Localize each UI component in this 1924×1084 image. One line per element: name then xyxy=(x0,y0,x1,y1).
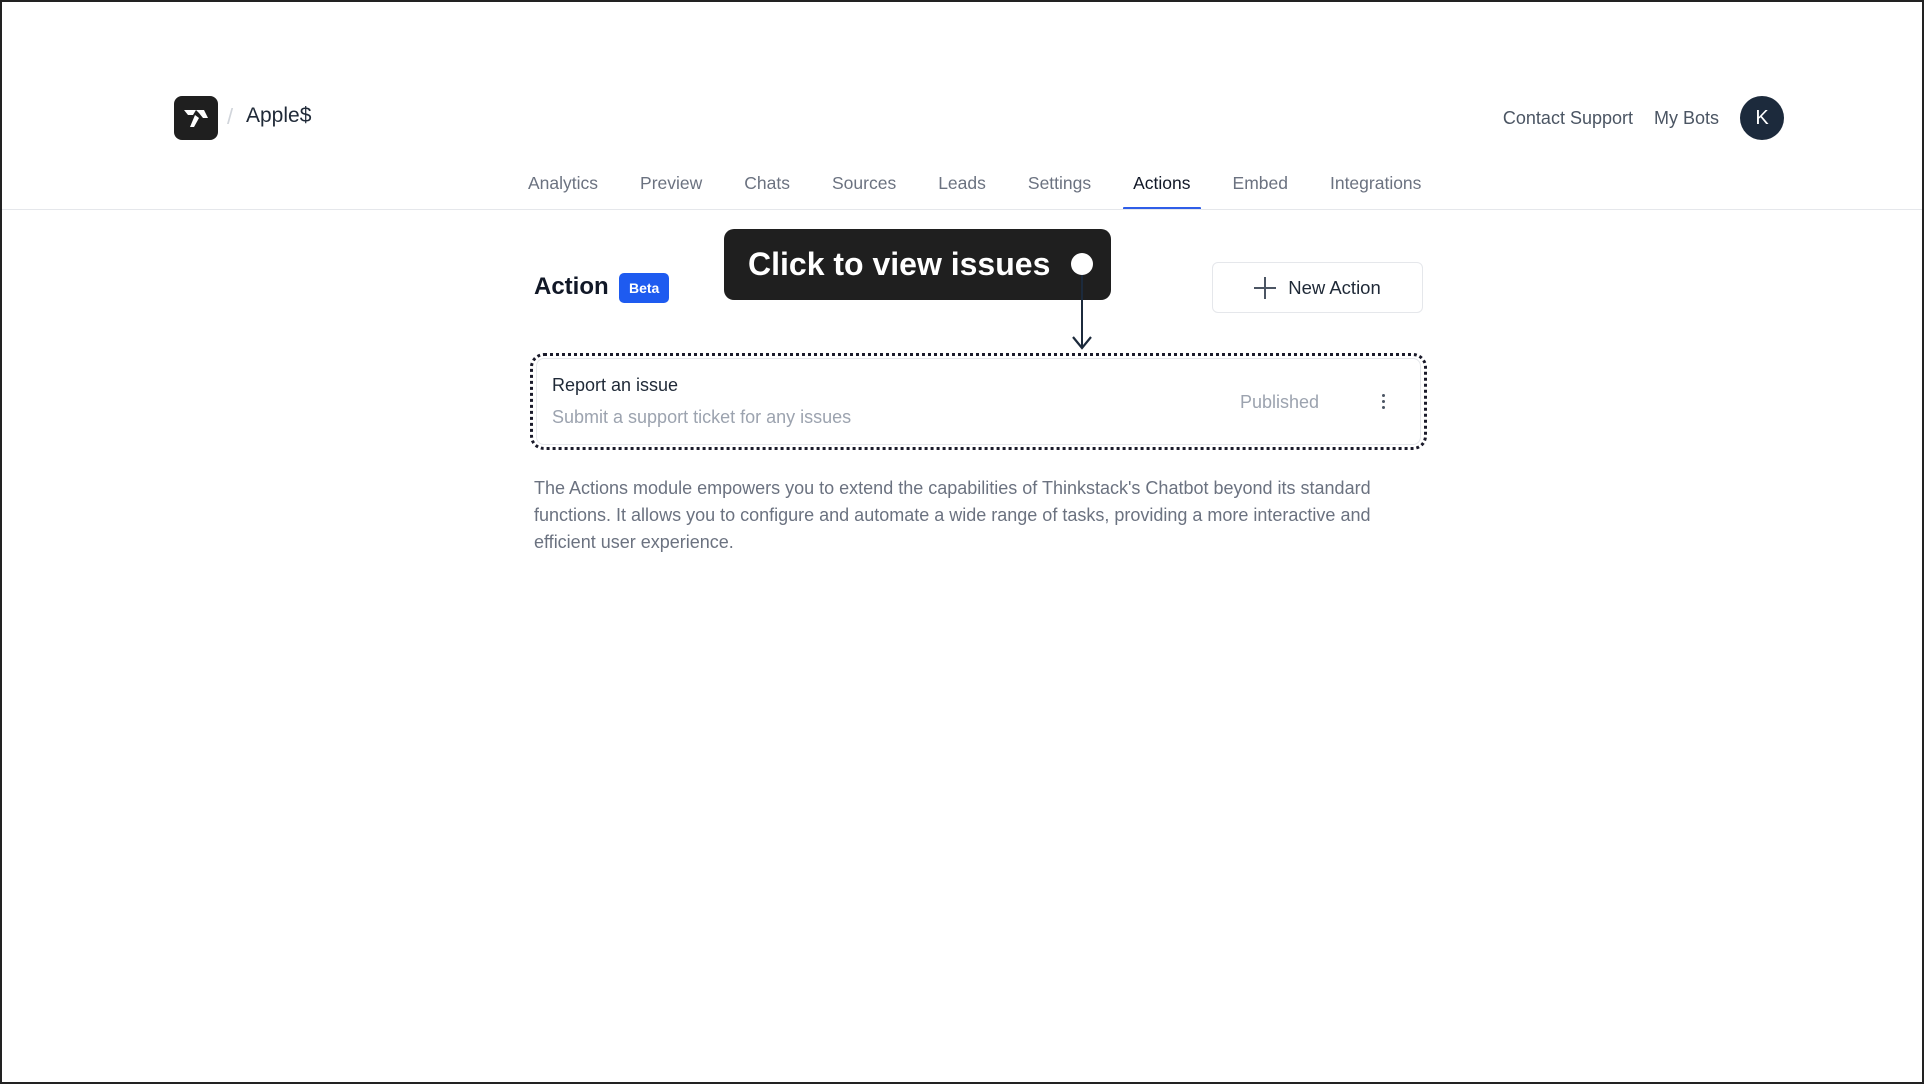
new-action-label: New Action xyxy=(1288,276,1381,298)
new-action-button[interactable]: New Action xyxy=(1212,262,1423,313)
action-title: Report an issue xyxy=(552,375,679,395)
status-badge: Published xyxy=(1239,392,1319,412)
tab-sources[interactable]: Sources xyxy=(822,168,906,210)
beta-badge: Beta xyxy=(619,273,670,303)
breadcrumb-separator: / xyxy=(227,104,234,129)
bot-name[interactable]: Apple$ xyxy=(246,104,311,128)
my-bots-link[interactable]: My Bots xyxy=(1654,108,1719,129)
logo[interactable] xyxy=(174,96,218,140)
contact-support-link[interactable]: Contact Support xyxy=(1503,108,1633,129)
tab-chats[interactable]: Chats xyxy=(734,168,800,210)
tab-embed[interactable]: Embed xyxy=(1223,168,1298,210)
header-actions: Contact Support My Bots K xyxy=(1503,96,1784,140)
kebab-menu-icon[interactable] xyxy=(1376,387,1390,415)
tab-integrations[interactable]: Integrations xyxy=(1320,168,1431,210)
tab-settings[interactable]: Settings xyxy=(1018,168,1101,210)
avatar[interactable]: K xyxy=(1740,96,1784,140)
action-description: Submit a support ticket for any issues xyxy=(552,407,852,427)
header-divider xyxy=(2,209,1922,210)
tab-analytics[interactable]: Analytics xyxy=(518,168,608,210)
tab-bar: Analytics Preview Chats Sources Leads Se… xyxy=(518,168,1453,210)
tab-preview[interactable]: Preview xyxy=(630,168,712,210)
tab-leads[interactable]: Leads xyxy=(928,168,996,210)
actions-description: The Actions module empowers you to exten… xyxy=(534,478,1371,552)
tab-actions[interactable]: Actions xyxy=(1123,168,1201,210)
annotation-tooltip: Click to view issues xyxy=(724,229,1111,300)
page-title: Action xyxy=(534,273,609,300)
annotation-dot xyxy=(1071,253,1093,275)
action-card[interactable]: Report an issue Submit a support ticket … xyxy=(536,358,1421,445)
plus-icon xyxy=(1254,276,1277,299)
thinkstack-logo-icon xyxy=(184,110,208,127)
arrow-down-icon xyxy=(1072,336,1092,350)
